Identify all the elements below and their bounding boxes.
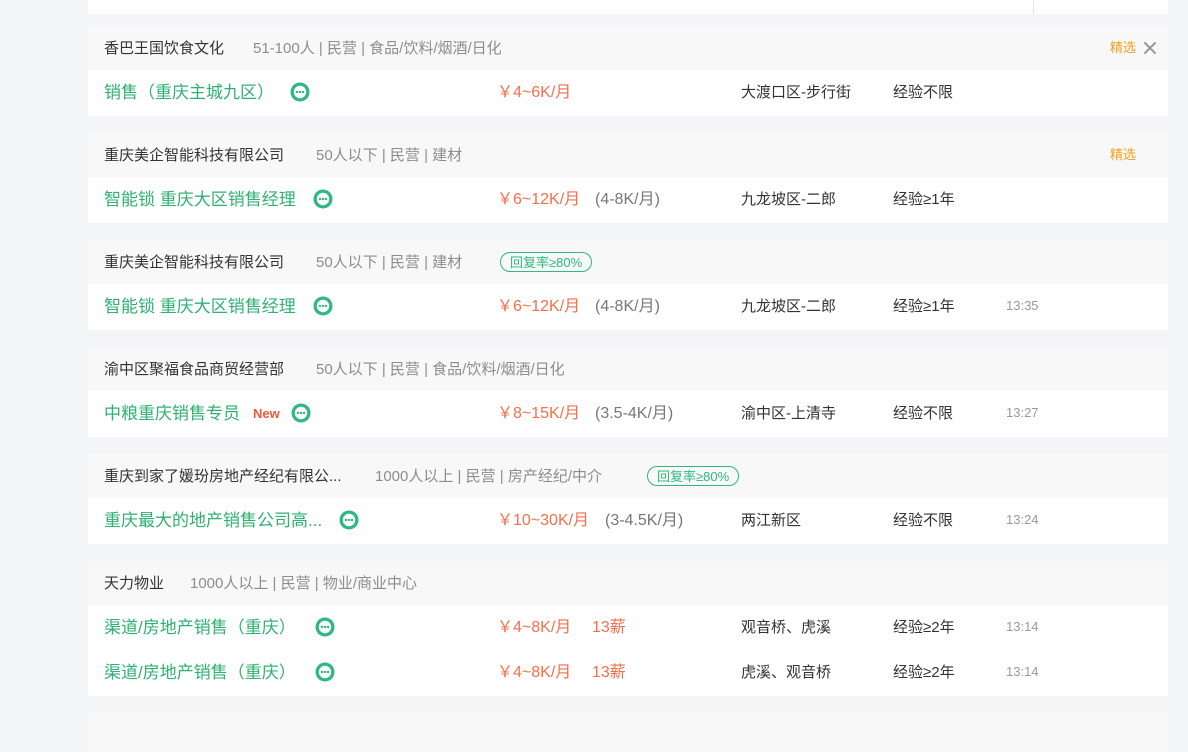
job-row[interactable]: 重庆最大的地产销售公司高... ￥10~30K/月 (3-4.5K/月) 两江新… xyxy=(88,498,1168,543)
salary: ￥6~12K/月 xyxy=(497,191,581,208)
salary: ￥10~30K/月 xyxy=(497,512,590,529)
next-listing-partial xyxy=(88,712,1168,752)
chat-bubble-icon[interactable] xyxy=(290,82,310,102)
divider xyxy=(1033,0,1034,14)
salary: ￥4~8K/月 xyxy=(497,619,572,636)
company-name[interactable]: 渝中区聚福食品商贸经营部 xyxy=(104,347,284,393)
company-name[interactable]: 香巴王国饮食文化 xyxy=(104,26,224,72)
company-header: 重庆美企智能科技有限公司 50人以下 | 民营 | 建材 回复率≥80% xyxy=(88,240,1168,284)
chat-bubble-icon[interactable] xyxy=(315,662,335,682)
new-tag: New xyxy=(253,406,280,421)
chat-bubble-icon[interactable] xyxy=(313,189,333,209)
chat-bubble-icon[interactable] xyxy=(291,403,311,423)
salary: ￥8~15K/月 xyxy=(497,405,581,422)
experience-requirement: 经验不限 xyxy=(893,405,954,422)
company-meta: 1000人以上 | 民营 | 物业/商业中心 xyxy=(190,575,418,592)
salary: ￥4~6K/月 xyxy=(497,84,572,101)
company-header: 重庆到家了媛玢房地产经纪有限公... 1000人以上 | 民营 | 房产经纪/中… xyxy=(88,454,1168,498)
job-location: 大渡口区-步行街 xyxy=(741,84,851,101)
company-card: 重庆美企智能科技有限公司 50人以下 | 民营 | 建材 回复率≥80% 智能锁… xyxy=(88,240,1168,330)
company-card: 重庆美企智能科技有限公司 50人以下 | 民营 | 建材 精选 智能锁 重庆大区… xyxy=(88,133,1168,223)
job-title[interactable]: 渠道/房地产销售（重庆） xyxy=(104,650,296,696)
chat-bubble-icon[interactable] xyxy=(313,296,333,316)
featured-tag: 精选 xyxy=(1110,40,1137,55)
company-header: 天力物业 1000人以上 | 民营 | 物业/商业中心 xyxy=(88,561,1168,605)
experience-requirement: 经验≥1年 xyxy=(893,298,955,315)
previous-listing-partial xyxy=(88,0,1168,14)
company-name[interactable]: 重庆美企智能科技有限公司 xyxy=(104,133,284,179)
post-time: 13:27 xyxy=(1006,405,1039,420)
featured-tag: 精选 xyxy=(1110,147,1137,162)
job-location: 渝中区-上清寺 xyxy=(741,405,836,422)
job-row[interactable]: 渠道/房地产销售（重庆） ￥4~8K/月 13薪 虎溪、观音桥 经验≥2年 13… xyxy=(88,650,1168,695)
job-location: 两江新区 xyxy=(741,512,802,529)
close-icon[interactable] xyxy=(1142,40,1158,56)
post-time: 13:24 xyxy=(1006,512,1039,527)
job-title[interactable]: 智能锁 重庆大区销售经理 xyxy=(104,177,296,223)
company-meta: 1000人以上 | 民营 | 房产经纪/中介 xyxy=(375,468,603,485)
company-card: 天力物业 1000人以上 | 民营 | 物业/商业中心 渠道/房地产销售（重庆）… xyxy=(88,561,1168,696)
post-time: 13:14 xyxy=(1006,619,1039,634)
company-meta: 51-100人 | 民营 | 食品/饮料/烟酒/日化 xyxy=(253,40,502,57)
job-location: 九龙坡区-二郎 xyxy=(741,298,836,315)
company-meta: 50人以下 | 民营 | 食品/饮料/烟酒/日化 xyxy=(316,361,565,378)
job-title[interactable]: 渠道/房地产销售（重庆） xyxy=(104,605,296,651)
salary-months: 13薪 xyxy=(592,664,626,681)
company-header: 重庆美企智能科技有限公司 50人以下 | 民营 | 建材 精选 xyxy=(88,133,1168,177)
job-row[interactable]: 销售（重庆主城九区） ￥4~6K/月 大渡口区-步行街 经验不限 xyxy=(88,70,1168,115)
job-title[interactable]: 销售（重庆主城九区） xyxy=(104,70,274,116)
company-name[interactable]: 重庆到家了媛玢房地产经纪有限公... xyxy=(104,454,342,500)
salary: ￥6~12K/月 xyxy=(497,298,581,315)
job-row[interactable]: 智能锁 重庆大区销售经理 ￥6~12K/月 (4-8K/月) 九龙坡区-二郎 经… xyxy=(88,177,1168,222)
reply-rate-badge: 回复率≥80% xyxy=(647,466,740,486)
experience-requirement: 经验不限 xyxy=(893,512,954,529)
job-row[interactable]: 中粮重庆销售专员 New ￥8~15K/月 (3.5-4K/月) 渝中区-上清寺… xyxy=(88,391,1168,436)
experience-requirement: 经验≥2年 xyxy=(893,664,955,681)
company-header: 渝中区聚福食品商贸经营部 50人以下 | 民营 | 食品/饮料/烟酒/日化 xyxy=(88,347,1168,391)
job-title[interactable]: 中粮重庆销售专员 xyxy=(104,391,240,437)
company-card: 香巴王国饮食文化 51-100人 | 民营 | 食品/饮料/烟酒/日化 精选 销… xyxy=(88,26,1168,116)
company-card: 重庆到家了媛玢房地产经纪有限公... 1000人以上 | 民营 | 房产经纪/中… xyxy=(88,454,1168,544)
job-title[interactable]: 重庆最大的地产销售公司高... xyxy=(104,498,322,544)
salary-range-actual: (4-8K/月) xyxy=(595,298,660,315)
post-time: 13:35 xyxy=(1006,298,1039,313)
chat-bubble-icon[interactable] xyxy=(315,617,335,637)
company-name[interactable]: 天力物业 xyxy=(104,561,164,607)
company-meta: 50人以下 | 民营 | 建材 xyxy=(316,254,463,271)
job-title[interactable]: 智能锁 重庆大区销售经理 xyxy=(104,284,296,330)
job-row[interactable]: 渠道/房地产销售（重庆） ￥4~8K/月 13薪 观音桥、虎溪 经验≥2年 13… xyxy=(88,605,1168,650)
job-row[interactable]: 智能锁 重庆大区销售经理 ￥6~12K/月 (4-8K/月) 九龙坡区-二郎 经… xyxy=(88,284,1168,329)
salary-range-actual: (4-8K/月) xyxy=(595,191,660,208)
post-time: 13:14 xyxy=(1006,664,1039,679)
company-header: 香巴王国饮食文化 51-100人 | 民营 | 食品/饮料/烟酒/日化 精选 xyxy=(88,26,1168,70)
experience-requirement: 经验≥1年 xyxy=(893,191,955,208)
experience-requirement: 经验≥2年 xyxy=(893,619,955,636)
experience-requirement: 经验不限 xyxy=(893,84,954,101)
company-name[interactable]: 重庆美企智能科技有限公司 xyxy=(104,240,284,286)
job-location: 观音桥、虎溪 xyxy=(741,619,832,636)
chat-bubble-icon[interactable] xyxy=(339,510,359,530)
job-location: 虎溪、观音桥 xyxy=(741,664,832,681)
company-meta: 50人以下 | 民营 | 建材 xyxy=(316,147,463,164)
reply-rate-badge: 回复率≥80% xyxy=(500,252,593,272)
company-card: 渝中区聚福食品商贸经营部 50人以下 | 民营 | 食品/饮料/烟酒/日化 中粮… xyxy=(88,347,1168,437)
salary-range-actual: (3-4.5K/月) xyxy=(605,512,684,529)
job-location: 九龙坡区-二郎 xyxy=(741,191,836,208)
salary: ￥4~8K/月 xyxy=(497,664,572,681)
salary-months: 13薪 xyxy=(592,619,626,636)
salary-range-actual: (3.5-4K/月) xyxy=(595,405,674,422)
